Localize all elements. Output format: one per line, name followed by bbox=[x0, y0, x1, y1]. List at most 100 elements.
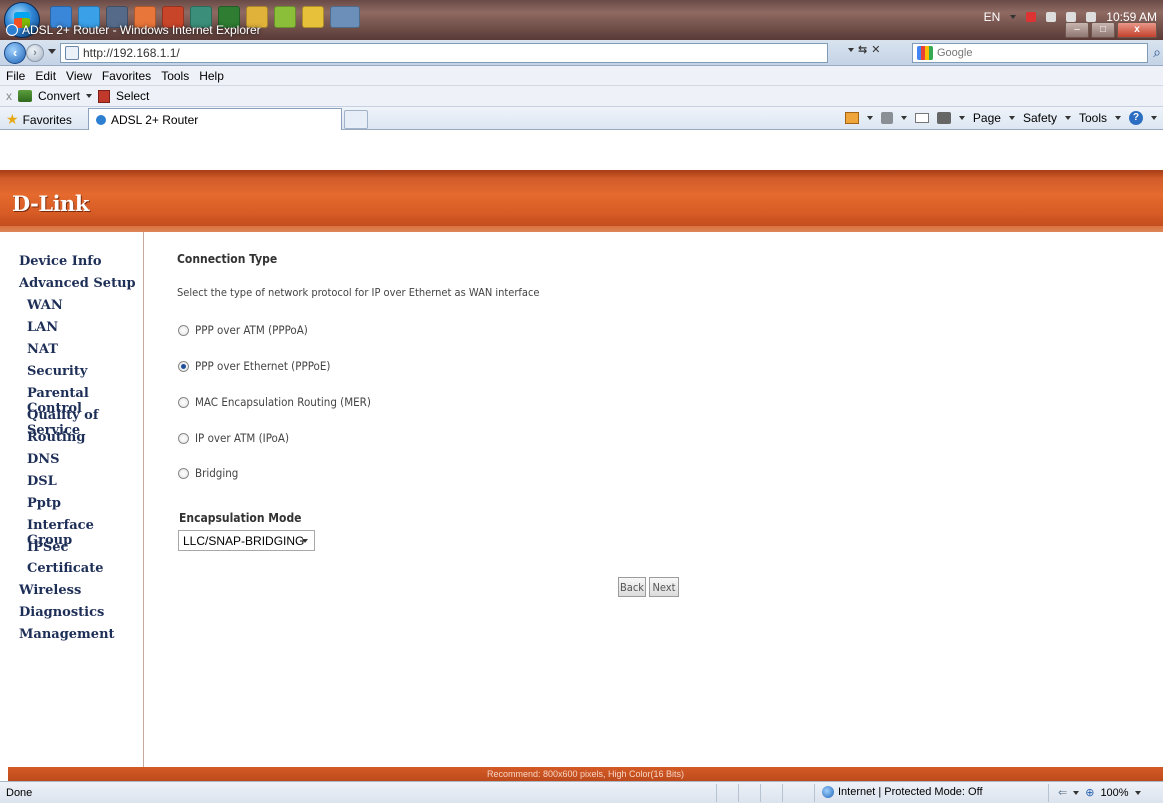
page-menu[interactable]: Page bbox=[973, 111, 1001, 125]
close-toolbar-icon[interactable]: x bbox=[6, 89, 12, 103]
url-dropdown-icon[interactable] bbox=[848, 47, 854, 52]
flag-icon[interactable] bbox=[1026, 12, 1037, 22]
sidebar-item-device-info[interactable]: Device Info bbox=[19, 254, 102, 269]
favorites-button[interactable]: ★ Favorites bbox=[6, 111, 72, 128]
convert-button[interactable]: Convert bbox=[38, 89, 80, 103]
safety-dropdown-icon[interactable] bbox=[1064, 116, 1071, 120]
status-divider bbox=[782, 784, 783, 802]
volume-icon[interactable] bbox=[1086, 12, 1097, 22]
help-icon[interactable]: ? bbox=[1129, 111, 1143, 125]
favorites-bar: ★ Favorites ADSL 2+ Router Page Safety T… bbox=[0, 107, 1163, 130]
menu-tools[interactable]: Tools bbox=[161, 69, 189, 83]
zoom-dropdown-icon[interactable] bbox=[1134, 790, 1141, 795]
radio-pppoe[interactable] bbox=[178, 360, 189, 372]
refresh-icon[interactable]: ⇆ bbox=[858, 43, 867, 56]
security-zone[interactable]: Internet | Protected Mode: Off bbox=[822, 786, 983, 798]
language-dropdown-icon[interactable] bbox=[1010, 15, 1017, 19]
tab-router[interactable]: ADSL 2+ Router bbox=[88, 108, 342, 130]
chart-taskbar-icon[interactable] bbox=[302, 6, 324, 28]
google-icon bbox=[917, 46, 933, 60]
network-icon[interactable] bbox=[1066, 12, 1077, 22]
protected-mode-icon[interactable]: ⇐ bbox=[1058, 786, 1067, 799]
sidebar-item-advanced-setup[interactable]: Advanced Setup bbox=[19, 276, 136, 291]
back-button[interactable]: Back bbox=[618, 577, 646, 597]
status-divider bbox=[814, 784, 815, 802]
history-dropdown-icon[interactable] bbox=[48, 49, 56, 54]
pdf-toolbar: x Convert Select bbox=[0, 86, 1163, 107]
sidebar-item-dns[interactable]: DNS bbox=[27, 452, 60, 467]
status-divider bbox=[738, 784, 739, 802]
radio-ipoa[interactable] bbox=[178, 432, 189, 444]
new-tab-button[interactable] bbox=[344, 110, 368, 129]
print-dropdown-icon[interactable] bbox=[958, 116, 965, 120]
status-bar: Done Internet | Protected Mode: Off ⇐ ⊕ … bbox=[0, 781, 1163, 803]
sidebar-item-nat[interactable]: NAT bbox=[27, 342, 58, 357]
search-input[interactable]: Google bbox=[912, 43, 1148, 63]
sidebar-item-ipsec[interactable]: IPSec bbox=[27, 540, 68, 555]
sidebar-item-wan[interactable]: WAN bbox=[27, 298, 63, 313]
mail-icon[interactable] bbox=[914, 113, 929, 123]
security-zone-text: Internet | Protected Mode: Off bbox=[838, 786, 983, 798]
maximize-button[interactable]: □ bbox=[1091, 22, 1115, 38]
device-icon[interactable] bbox=[1046, 12, 1057, 22]
menu-view[interactable]: View bbox=[66, 69, 92, 83]
sidebar-item-diagnostics[interactable]: Diagnostics bbox=[19, 605, 104, 620]
tools-menu[interactable]: Tools bbox=[1079, 111, 1107, 125]
back-arrow-icon[interactable]: ‹ bbox=[4, 42, 26, 64]
star-icon: ★ bbox=[6, 111, 19, 127]
radio-pppoa[interactable] bbox=[178, 324, 189, 336]
radio-mer[interactable] bbox=[178, 396, 189, 408]
safety-menu[interactable]: Safety bbox=[1023, 111, 1057, 125]
tab-ie-icon bbox=[95, 113, 107, 126]
next-button[interactable]: Next bbox=[649, 577, 679, 597]
help-dropdown-icon[interactable] bbox=[1151, 116, 1157, 120]
select-button[interactable]: Select bbox=[116, 89, 149, 103]
option-mer[interactable]: MAC Encapsulation Routing (MER) bbox=[178, 395, 371, 409]
address-tools: ⇆ ✕ bbox=[848, 43, 880, 56]
option-mer-label: MAC Encapsulation Routing (MER) bbox=[195, 395, 371, 409]
sidebar-item-pptp[interactable]: Pptp bbox=[27, 496, 61, 511]
menu-edit[interactable]: Edit bbox=[35, 69, 56, 83]
menu-favorites[interactable]: Favorites bbox=[102, 69, 151, 83]
page-dropdown-icon[interactable] bbox=[1008, 116, 1015, 120]
sidebar-item-certificate[interactable]: Certificate bbox=[27, 561, 103, 576]
stop-icon[interactable]: ✕ bbox=[871, 43, 880, 56]
sidebar-item-dsl[interactable]: DSL bbox=[27, 474, 57, 489]
home-dropdown-icon[interactable] bbox=[866, 116, 873, 120]
option-bridging[interactable]: Bridging bbox=[178, 466, 238, 480]
zoom-control[interactable]: ⇐ ⊕ 100% bbox=[1058, 786, 1141, 799]
language-indicator[interactable]: EN bbox=[984, 10, 1001, 24]
tool-taskbar-icon[interactable] bbox=[274, 6, 296, 28]
url-text: http://192.168.1.1/ bbox=[83, 46, 180, 60]
radio-bridging[interactable] bbox=[178, 467, 189, 479]
print-icon[interactable] bbox=[936, 112, 951, 124]
command-bar: Page Safety Tools ? bbox=[844, 111, 1157, 125]
option-ipoa[interactable]: IP over ATM (IPoA) bbox=[178, 431, 289, 445]
encapsulation-mode-select[interactable]: LLC/SNAP-BRIDGING bbox=[178, 530, 315, 551]
feed-icon[interactable] bbox=[880, 112, 893, 124]
minimize-button[interactable]: – bbox=[1065, 22, 1089, 38]
encapsulation-mode-value: LLC/SNAP-BRIDGING bbox=[183, 533, 305, 548]
close-window-button[interactable]: x bbox=[1117, 22, 1157, 38]
sidebar-item-routing[interactable]: Routing bbox=[27, 430, 85, 445]
tools-dropdown-icon[interactable] bbox=[1115, 116, 1121, 120]
home-icon[interactable] bbox=[844, 112, 859, 124]
status-divider bbox=[760, 784, 761, 802]
option-pppoa[interactable]: PPP over ATM (PPPoA) bbox=[178, 323, 308, 337]
option-pppoe[interactable]: PPP over Ethernet (PPPoE) bbox=[178, 359, 330, 373]
feed-dropdown-icon[interactable] bbox=[900, 116, 907, 120]
convert-dropdown-icon[interactable] bbox=[86, 94, 93, 98]
url-input[interactable]: http://192.168.1.1/ bbox=[60, 43, 828, 63]
forward-arrow-icon[interactable]: › bbox=[26, 44, 44, 62]
sidebar-item-lan[interactable]: LAN bbox=[27, 320, 58, 335]
protected-mode-dropdown-icon[interactable] bbox=[1073, 790, 1080, 795]
menu-help[interactable]: Help bbox=[199, 69, 224, 83]
menu-file[interactable]: File bbox=[6, 69, 25, 83]
ie-active-taskbar-icon[interactable] bbox=[330, 6, 360, 28]
sidebar-item-wireless[interactable]: Wireless bbox=[19, 583, 81, 598]
search-icon[interactable]: ⌕ bbox=[1153, 44, 1161, 61]
sidebar-item-security[interactable]: Security bbox=[27, 364, 87, 379]
sidebar-item-management[interactable]: Management bbox=[19, 627, 115, 642]
taskbar: EN 10:59 AM ADSL 2+ Router - Windows Int… bbox=[0, 0, 1163, 40]
window-controls: – □ x bbox=[1065, 22, 1157, 38]
